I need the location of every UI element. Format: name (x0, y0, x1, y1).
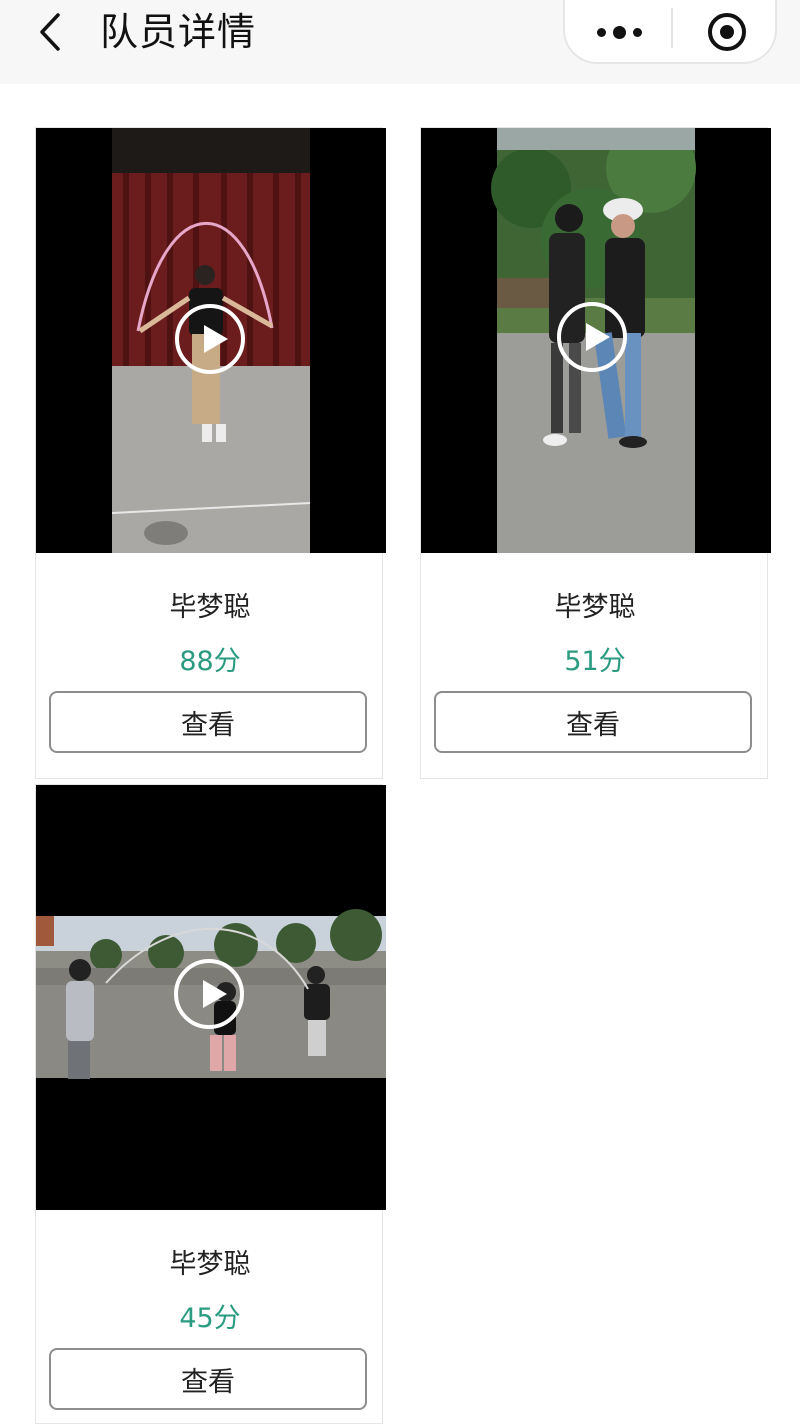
member-name: 毕梦聪 (169, 1249, 251, 1280)
member-name: 毕梦聪 (554, 592, 636, 623)
video-thumbnail[interactable] (36, 785, 386, 1210)
close-button[interactable] (705, 10, 749, 54)
more-dots-icon (596, 27, 606, 37)
member-score: 88分 (179, 646, 241, 677)
mini-program-capsule (563, 0, 777, 64)
view-button[interactable]: 查看 (49, 1348, 367, 1410)
play-icon[interactable] (174, 959, 244, 1029)
play-icon[interactable] (557, 302, 627, 372)
member-score: 51分 (564, 646, 626, 677)
view-button[interactable]: 查看 (434, 691, 752, 753)
chevron-left-icon (40, 13, 60, 51)
page-title: 队员详情 (100, 10, 257, 54)
capsule-divider (671, 8, 673, 48)
back-button[interactable] (28, 10, 72, 54)
member-card: 毕梦聪 88分 查看 (35, 127, 386, 779)
play-icon[interactable] (175, 304, 245, 374)
video-thumbnail[interactable] (421, 128, 771, 553)
top-nav-bar: 队员详情 (0, 0, 800, 84)
member-card: 毕梦聪 45分 查看 (35, 784, 386, 1424)
more-button[interactable] (587, 10, 651, 54)
member-name: 毕梦聪 (169, 592, 251, 623)
more-dot-center (612, 25, 626, 39)
target-close-icon (708, 13, 746, 51)
member-card: 毕梦聪 51分 查看 (420, 127, 771, 779)
video-thumbnail[interactable] (36, 128, 386, 553)
member-score: 45分 (179, 1303, 241, 1334)
more-dot-right (632, 27, 642, 37)
view-button[interactable]: 查看 (49, 691, 367, 753)
